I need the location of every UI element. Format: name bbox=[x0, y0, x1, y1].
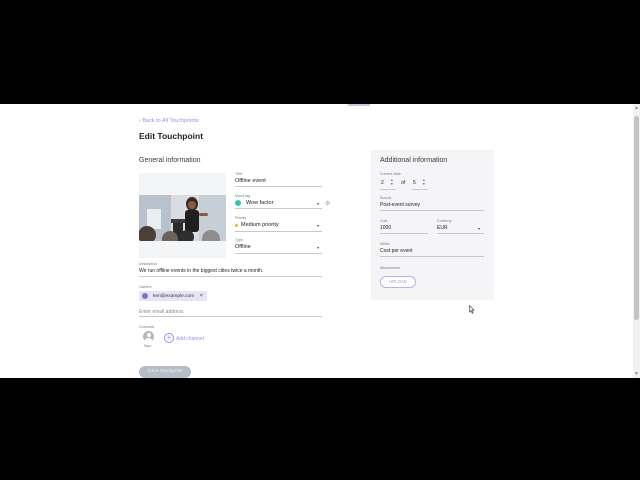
additional-section-title: Additional information bbox=[380, 157, 448, 164]
mood-tag-caret-icon[interactable]: ▾ bbox=[317, 201, 319, 206]
page-title: Edit Touchpoint bbox=[139, 131, 204, 141]
title-label: Title* bbox=[235, 172, 244, 176]
owner-chip-email: ken@example.com bbox=[153, 293, 195, 299]
priority-label: Priority bbox=[235, 216, 247, 220]
source-label: Source bbox=[380, 196, 392, 200]
source-underline bbox=[380, 210, 484, 211]
title-underline bbox=[235, 186, 322, 187]
type-select[interactable]: Offline bbox=[235, 244, 251, 250]
current-state-stepper-icon[interactable]: ▴ ▾ bbox=[391, 178, 393, 186]
description-underline bbox=[139, 276, 322, 277]
mood-tag-underline bbox=[235, 208, 322, 209]
channel-name: Sam bbox=[144, 344, 152, 348]
total-states-input[interactable]: 5 bbox=[413, 180, 416, 186]
attachments-label: Attachments bbox=[380, 266, 400, 270]
priority-indicator-icon bbox=[235, 224, 238, 227]
owner-chip[interactable]: ken@example.com × bbox=[139, 291, 207, 301]
cost-underline bbox=[380, 233, 428, 234]
channels-label: Channels bbox=[139, 325, 155, 329]
owner-email-input[interactable]: Enter email address bbox=[139, 309, 183, 315]
back-to-touchpoints-link[interactable]: ‹ Back to All Touchpoints bbox=[139, 118, 199, 124]
priority-select[interactable]: Medium priority bbox=[241, 222, 279, 228]
upload-button[interactable]: UPLOAD bbox=[380, 276, 416, 288]
scrollbar-thumb[interactable] bbox=[634, 116, 639, 320]
currency-select[interactable]: EUR bbox=[437, 225, 448, 231]
description-input[interactable]: We run offline events in the biggest cit… bbox=[139, 268, 263, 274]
mood-tag-icon bbox=[235, 200, 241, 206]
scroll-up-icon[interactable]: ▲ bbox=[633, 105, 640, 111]
owners-label: Owners bbox=[139, 285, 152, 289]
cost-label: Cost bbox=[380, 219, 388, 223]
current-state-input[interactable]: 2 bbox=[381, 180, 384, 186]
total-states-stepper-icon[interactable]: ▴ ▾ bbox=[423, 178, 425, 186]
top-tab-indicator bbox=[348, 104, 370, 106]
page-viewport: ‹ Back to All Touchpoints Edit Touchpoin… bbox=[0, 104, 640, 378]
page-scrollbar[interactable]: ▲ ▼ bbox=[633, 104, 640, 378]
touchpoint-image[interactable] bbox=[139, 173, 226, 258]
currency-underline bbox=[437, 233, 484, 234]
general-section-title: General information bbox=[139, 157, 201, 164]
title-input[interactable]: Offline event bbox=[235, 178, 266, 184]
owner-email-underline bbox=[139, 316, 322, 317]
add-channel-icon[interactable]: + bbox=[164, 333, 174, 343]
remove-owner-icon[interactable]: × bbox=[200, 293, 203, 299]
channel-avatar-icon[interactable] bbox=[143, 331, 154, 342]
priority-underline bbox=[235, 231, 322, 232]
type-caret-icon[interactable]: ▾ bbox=[317, 245, 319, 250]
source-input[interactable]: Post-event survey bbox=[380, 202, 420, 208]
save-touchpoint-button[interactable]: Save Touchpoint bbox=[139, 366, 191, 378]
currency-label: Currency bbox=[437, 219, 452, 223]
total-states-underline bbox=[412, 189, 428, 190]
add-channel-button[interactable]: Add channel bbox=[176, 336, 204, 342]
of-text: of bbox=[401, 180, 406, 186]
event-photo-image bbox=[139, 173, 226, 258]
type-underline bbox=[235, 253, 322, 254]
current-state-label: Current state bbox=[380, 172, 401, 176]
priority-caret-icon[interactable]: ▾ bbox=[317, 223, 319, 228]
type-label: Type bbox=[235, 238, 243, 242]
cost-input[interactable]: 1000 bbox=[380, 225, 391, 231]
mood-tag-label: Mood tag bbox=[235, 194, 250, 198]
metric-label: Metric bbox=[380, 242, 390, 246]
mood-tag-select[interactable]: Wow factor bbox=[246, 200, 273, 206]
currency-caret-icon[interactable]: ▾ bbox=[478, 226, 480, 231]
back-link-label: Back to All Touchpoints bbox=[142, 118, 199, 124]
mouse-cursor-icon bbox=[469, 305, 475, 314]
description-label: Description bbox=[139, 262, 157, 266]
scroll-down-icon[interactable]: ▼ bbox=[633, 371, 640, 377]
owner-avatar bbox=[142, 293, 148, 299]
current-state-underline bbox=[380, 189, 396, 190]
gear-icon[interactable]: ⚙ bbox=[325, 200, 330, 207]
metric-input[interactable]: Cost per event bbox=[380, 248, 413, 254]
metric-underline bbox=[380, 256, 484, 257]
